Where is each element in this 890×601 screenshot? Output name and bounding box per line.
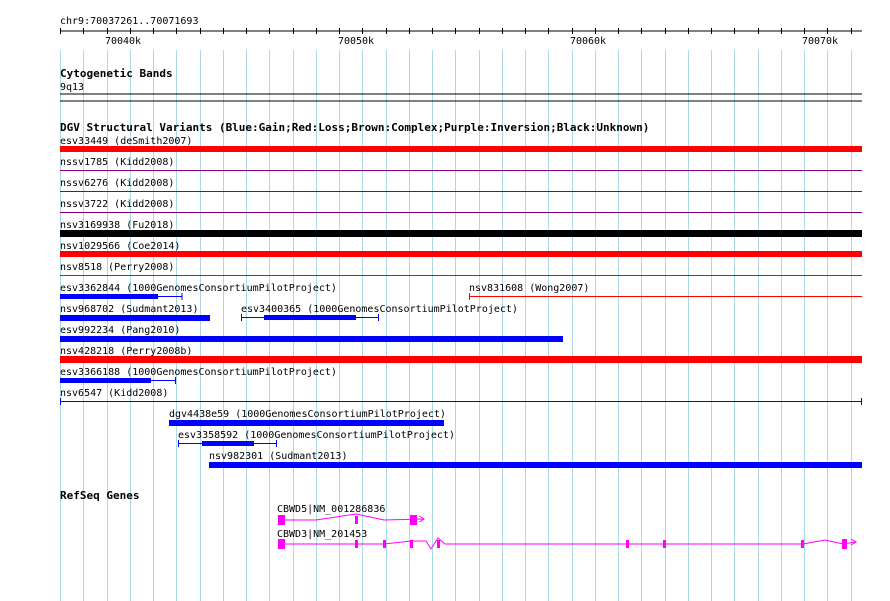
cytoband-title: Cytogenetic Bands (60, 67, 173, 80)
sv-feature[interactable]: nssv6276 (Kidd2008) (60, 178, 862, 192)
ruler-tick-label: 70040k (105, 36, 141, 47)
sv-label: esv3358592 (1000GenomesConsortiumPilotPr… (178, 430, 455, 441)
sv-feature[interactable]: dgv4438e59 (1000GenomesConsortiumPilotPr… (169, 409, 446, 426)
sv-label: nsv8518 (Perry2008) (60, 262, 174, 273)
sv-label: nssv6276 (Kidd2008) (60, 178, 174, 189)
gene-label: CBWD3|NM_201453 (277, 529, 367, 540)
sv-label: dgv4438e59 (1000GenomesConsortiumPilotPr… (169, 409, 446, 420)
sv-feature[interactable]: nsv8518 (Perry2008) (60, 262, 862, 276)
sv-feature[interactable]: nsv6547 (Kidd2008) (60, 388, 862, 405)
gene-feature[interactable]: CBWD5|NM_001286836 (277, 504, 425, 525)
gene-feature[interactable]: CBWD3|NM_201453 (277, 529, 857, 550)
sv-feature[interactable]: nssv1785 (Kidd2008) (60, 157, 862, 171)
sv-feature[interactable]: nsv982301 (Sudmant2013) (209, 451, 862, 468)
cytoband-track: Cytogenetic Bands 9q13 (60, 67, 862, 102)
sv-label: nssv1785 (Kidd2008) (60, 157, 174, 168)
sv-label: nsv428218 (Perry2008b) (60, 346, 192, 357)
sv-label: esv3400365 (1000GenomesConsortiumPilotPr… (241, 304, 518, 315)
sv-feature[interactable]: esv33449 (deSmith2007) (60, 136, 862, 152)
sv-label: nsv968702 (Sudmant2013) (60, 304, 198, 315)
sv-feature[interactable]: nsv428218 (Perry2008b) (60, 346, 862, 363)
ruler-tick-label: 70060k (570, 36, 606, 47)
dgv-track: DGV Structural Variants (Blue:Gain;Red:L… (60, 121, 862, 468)
sv-feature[interactable]: esv3400365 (1000GenomesConsortiumPilotPr… (241, 304, 518, 321)
sv-label: esv3362844 (1000GenomesConsortiumPilotPr… (60, 283, 337, 294)
ruler-tick-label: 70070k (802, 36, 838, 47)
sv-label: nssv3722 (Kidd2008) (60, 199, 174, 210)
sv-feature[interactable]: nssv3722 (Kidd2008) (60, 199, 862, 213)
gene-label: CBWD5|NM_001286836 (277, 504, 385, 515)
sv-label: esv33449 (deSmith2007) (60, 136, 192, 147)
tracks-canvas: chr9:70037261..70071693 70040k 70050k 70… (60, 16, 862, 601)
sv-feature[interactable]: nsv968702 (Sudmant2013) (60, 304, 210, 321)
sv-feature[interactable]: esv3366188 (1000GenomesConsortiumPilotPr… (60, 367, 337, 384)
cytoband-label: 9q13 (60, 82, 84, 93)
sv-label: nsv1029566 (Coe2014) (60, 241, 180, 252)
sv-feature[interactable]: nsv1029566 (Coe2014) (60, 241, 862, 257)
ruler: chr9:70037261..70071693 70040k 70050k 70… (60, 16, 862, 47)
sv-label: esv992234 (Pang2010) (60, 325, 180, 336)
ruler-tick-label: 70050k (338, 36, 374, 47)
refseq-track: RefSeq Genes CBWD5|NM_001286836 CBWD3|NM… (60, 489, 857, 550)
dgv-title: DGV Structural Variants (Blue:Gain;Red:L… (60, 121, 649, 134)
sv-label: nsv6547 (Kidd2008) (60, 388, 168, 399)
sv-feature[interactable]: nsv3169938 (Fu2018) (60, 220, 862, 237)
refseq-title: RefSeq Genes (60, 489, 139, 502)
sv-feature[interactable]: esv3362844 (1000GenomesConsortiumPilotPr… (60, 283, 337, 300)
genome-browser-view: chr9:70037261..70071693 70040k 70050k 70… (0, 0, 890, 601)
sv-label: nsv831608 (Wong2007) (469, 283, 589, 294)
location-label: chr9:70037261..70071693 (60, 16, 198, 27)
sv-label: nsv982301 (Sudmant2013) (209, 451, 347, 462)
sv-label: nsv3169938 (Fu2018) (60, 220, 174, 231)
sv-label: esv3366188 (1000GenomesConsortiumPilotPr… (60, 367, 337, 378)
sv-feature[interactable]: esv992234 (Pang2010) (60, 325, 563, 342)
